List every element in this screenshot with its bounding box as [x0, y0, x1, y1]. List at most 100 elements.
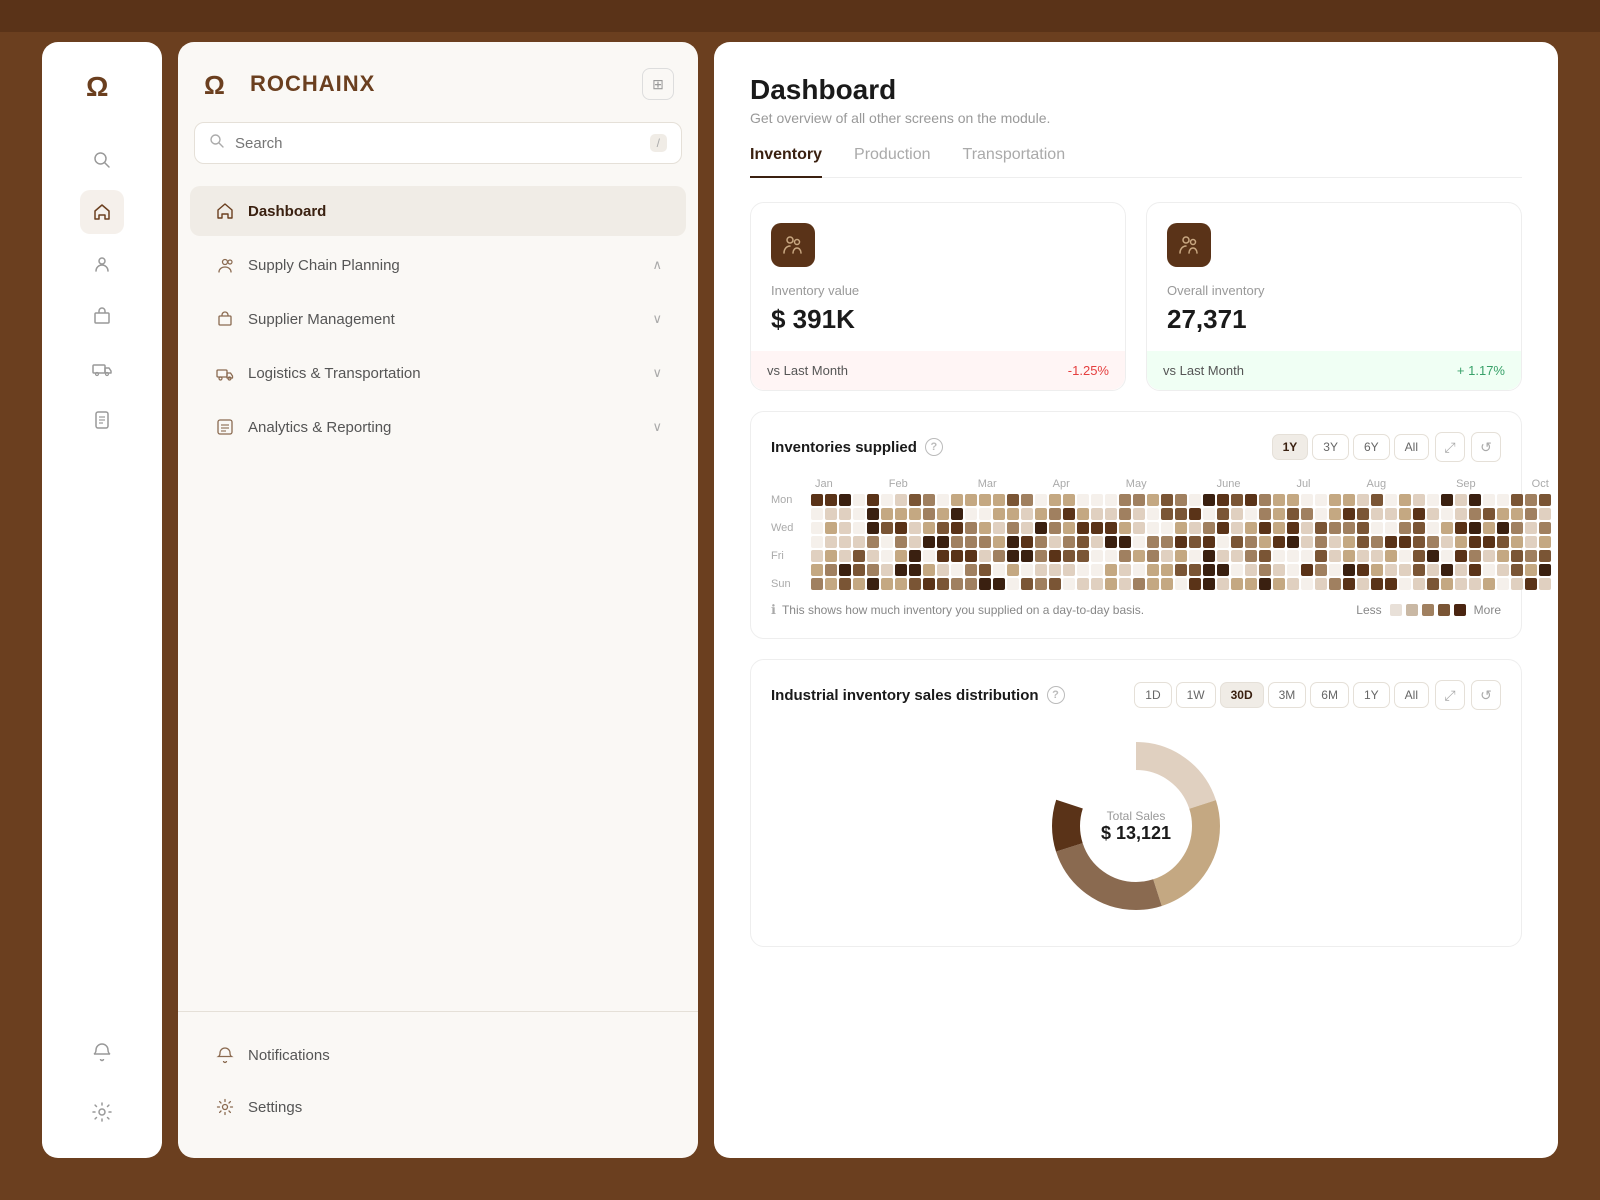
icon-report[interactable] — [80, 398, 124, 442]
heatmap-cell — [1287, 578, 1299, 590]
search-input[interactable] — [235, 135, 640, 152]
heatmap-cell — [853, 578, 865, 590]
donut-btn-1y[interactable]: 1Y — [1353, 682, 1390, 708]
heatmap-help-icon[interactable]: ? — [925, 438, 943, 456]
heatmap-cell — [1161, 578, 1173, 590]
heatmap-cell — [1161, 508, 1173, 520]
heatmap-cell — [1133, 536, 1145, 548]
donut-btn-1w[interactable]: 1W — [1176, 682, 1216, 708]
heatmap-cell — [825, 564, 837, 576]
nav-item-notifications[interactable]: Notifications — [190, 1030, 686, 1080]
heatmap-cell — [937, 522, 949, 534]
heatmap-cell — [1343, 522, 1355, 534]
heatmap-cell — [895, 550, 907, 562]
nav-bottom: Notifications Settings — [178, 1011, 698, 1134]
notifications-icon — [214, 1044, 236, 1066]
donut-btn-30d[interactable]: 30D — [1220, 682, 1264, 708]
icon-truck[interactable] — [80, 346, 124, 390]
heatmap-cell — [1077, 494, 1089, 506]
heatmap-cell — [1539, 494, 1551, 506]
heatmap-cell — [1077, 508, 1089, 520]
heatmap-cell — [909, 522, 921, 534]
heatmap-cell — [1259, 494, 1271, 506]
heatmap-cell — [1427, 550, 1439, 562]
heatmap-cell — [923, 550, 935, 562]
collapse-button[interactable]: ⊞ — [642, 68, 674, 100]
heatmap-cell — [1091, 578, 1103, 590]
heatmap-cell — [895, 494, 907, 506]
heatmap-cell — [1217, 536, 1229, 548]
tab-inventory[interactable]: Inventory — [750, 146, 822, 178]
heatmap-cell — [1287, 494, 1299, 506]
nav-item-analytics[interactable]: Analytics & Reporting ∨ — [190, 402, 686, 452]
heatmap-cell — [1469, 564, 1481, 576]
heatmap-cell — [1525, 522, 1537, 534]
heatmap-cell — [1035, 508, 1047, 520]
heatmap-cell — [811, 494, 823, 506]
heatmap-cell — [853, 536, 865, 548]
heatmap-cell — [1007, 522, 1019, 534]
donut-btn-3m[interactable]: 3M — [1268, 682, 1307, 708]
nav-item-dashboard[interactable]: Dashboard — [190, 186, 686, 236]
nav-item-supply-chain[interactable]: Supply Chain Planning ∧ — [190, 240, 686, 290]
heatmap-cell — [1525, 550, 1537, 562]
heatmap-cell — [1035, 564, 1047, 576]
heatmap-cell — [825, 508, 837, 520]
tab-production[interactable]: Production — [854, 146, 931, 178]
heatmap-cell — [1357, 550, 1369, 562]
heatmap-btn-3y[interactable]: 3Y — [1312, 434, 1349, 460]
heatmap-refresh-btn[interactable]: ↺ — [1471, 432, 1501, 462]
heatmap-cell — [1483, 564, 1495, 576]
heatmap-cell — [1203, 522, 1215, 534]
heatmap-cell — [993, 564, 1005, 576]
heatmap-cell — [867, 550, 879, 562]
icon-bell[interactable] — [80, 1030, 124, 1074]
tab-transportation[interactable]: Transportation — [963, 146, 1066, 178]
icon-home[interactable] — [80, 190, 124, 234]
heatmap-cell — [1497, 508, 1509, 520]
heatmap-cell — [1189, 522, 1201, 534]
footer-label-2: vs Last Month — [1163, 363, 1244, 378]
heatmap-cell — [1063, 536, 1075, 548]
heatmap-cell — [937, 494, 949, 506]
nav-item-settings[interactable]: Settings — [190, 1082, 686, 1132]
icon-search[interactable] — [80, 138, 124, 182]
heatmap-cell — [1413, 536, 1425, 548]
heatmap-btn-1y[interactable]: 1Y — [1272, 434, 1309, 460]
heatmap-cell — [839, 550, 851, 562]
nav-item-logistics[interactable]: Logistics & Transportation ∨ — [190, 348, 686, 398]
nav-item-supplier[interactable]: Supplier Management ∨ — [190, 294, 686, 344]
heatmap-cell — [1455, 564, 1467, 576]
footer-label-1: vs Last Month — [767, 363, 848, 378]
icon-box[interactable] — [80, 294, 124, 338]
donut-total-label: Total Sales — [1101, 809, 1171, 823]
heatmap-cell — [1091, 508, 1103, 520]
donut-btn-1d[interactable]: 1D — [1134, 682, 1171, 708]
heatmap-cell — [923, 522, 935, 534]
heatmap-cell — [909, 578, 921, 590]
heatmap-btn-all[interactable]: All — [1394, 434, 1429, 460]
heatmap-cell — [811, 564, 823, 576]
heatmap-cell — [1119, 550, 1131, 562]
supply-chain-chevron: ∧ — [652, 257, 662, 273]
card-label-1: Inventory value — [771, 283, 1105, 298]
icon-people[interactable] — [80, 242, 124, 286]
donut-btn-6m[interactable]: 6M — [1310, 682, 1349, 708]
donut-title: Industrial inventory sales distribution … — [771, 686, 1065, 704]
icon-gear[interactable] — [80, 1090, 124, 1134]
heatmap-cell — [895, 578, 907, 590]
donut-btn-all[interactable]: All — [1394, 682, 1429, 708]
heatmap-cell — [1371, 494, 1383, 506]
heatmap-btn-6y[interactable]: 6Y — [1353, 434, 1390, 460]
donut-time-buttons: 1D 1W 30D 3M 6M 1Y All — [1134, 682, 1429, 708]
heatmap-cell — [1273, 522, 1285, 534]
heatmap-cell — [1357, 494, 1369, 506]
donut-expand-btn[interactable]: ⤢ — [1435, 680, 1465, 710]
donut-help-icon[interactable]: ? — [1047, 686, 1065, 704]
heatmap-expand-btn[interactable]: ⤢ — [1435, 432, 1465, 462]
heatmap-cell — [1399, 508, 1411, 520]
search-bar[interactable]: / — [194, 122, 682, 164]
heatmap-cell — [1259, 536, 1271, 548]
donut-refresh-btn[interactable]: ↺ — [1471, 680, 1501, 710]
heatmap-cell — [993, 536, 1005, 548]
